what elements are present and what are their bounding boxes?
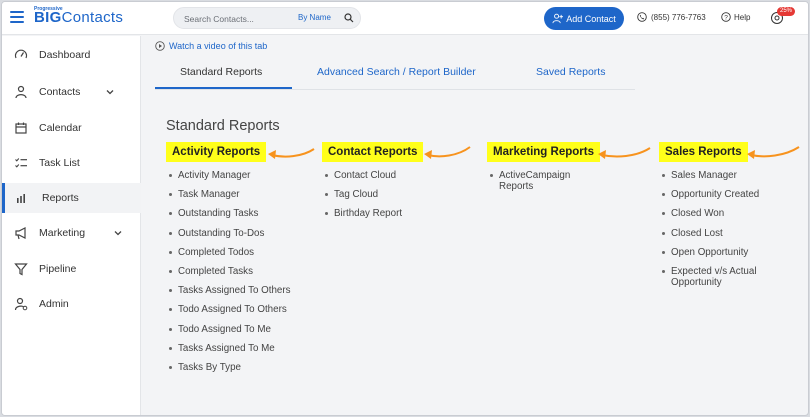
sidebar-item-dashboard[interactable]: Dashboard	[2, 40, 141, 70]
list-item[interactable]: Todo Assigned To Others	[166, 304, 291, 315]
sidebar-item-label: Admin	[39, 298, 69, 310]
phone-number: (855) 776-7763	[651, 12, 706, 22]
sidebar-item-reports[interactable]: Reports	[2, 183, 141, 213]
sidebar-item-label: Task List	[39, 157, 80, 169]
sidebar-item-label: Marketing	[39, 227, 86, 239]
calendar-icon	[15, 122, 27, 134]
list-item[interactable]: Birthday Report	[322, 208, 423, 219]
phone-icon	[637, 12, 647, 22]
chevron-down-icon[interactable]	[105, 87, 115, 97]
tab-advanced-search[interactable]: Advanced Search / Report Builder	[317, 66, 476, 78]
list-item[interactable]: Todo Assigned To Me	[166, 324, 291, 335]
admin-icon	[14, 297, 28, 311]
sales-reports-heading[interactable]: Sales Reports	[659, 142, 748, 162]
orange-arrow-icon	[424, 146, 471, 159]
sales-reports-list: Sales Manager Opportunity Created Closed…	[659, 170, 769, 288]
list-item[interactable]: Tasks By Type	[166, 362, 291, 373]
contact-reports-list: Contact Cloud Tag Cloud Birthday Report	[322, 170, 423, 219]
search-filter-dropdown[interactable]: By Name	[298, 13, 331, 22]
help-label: Help	[734, 12, 751, 22]
search-icon[interactable]	[344, 13, 354, 23]
tabs-divider	[155, 89, 635, 90]
list-item[interactable]: Closed Won	[659, 208, 769, 219]
sidebar-item-contacts[interactable]: Contacts	[2, 77, 141, 107]
sidebar-item-task-list[interactable]: Task List	[2, 148, 141, 178]
list-item[interactable]: Outstanding To-Dos	[166, 228, 291, 239]
activity-reports-heading[interactable]: Activity Reports	[166, 142, 267, 162]
list-item[interactable]: Contact Cloud	[322, 170, 423, 181]
person-icon	[15, 85, 27, 99]
marketing-reports-heading[interactable]: Marketing Reports	[487, 142, 600, 162]
play-circle-icon	[155, 41, 165, 51]
chevron-down-icon[interactable]	[113, 228, 123, 238]
list-item[interactable]: Completed Todos	[166, 247, 291, 258]
orange-arrow-icon	[598, 147, 651, 159]
sidebar-item-marketing[interactable]: Marketing	[2, 218, 141, 248]
sidebar-item-label: Reports	[42, 192, 79, 204]
main-content: Watch a video of this tab Standard Repor…	[142, 36, 808, 415]
sidebar-item-admin[interactable]: Admin	[2, 289, 141, 319]
gauge-icon	[14, 49, 28, 59]
progress-badge: 25%	[777, 7, 796, 16]
search-box: By Name	[173, 7, 361, 29]
search-input[interactable]	[184, 11, 288, 26]
contact-reports-column: Contact Reports Contact Cloud Tag Cloud …	[322, 142, 471, 228]
sidebar: Dashboard Contacts Calendar Task List Re…	[2, 36, 141, 415]
add-user-icon	[552, 13, 564, 24]
funnel-icon	[14, 263, 28, 276]
sidebar-item-pipeline[interactable]: Pipeline	[2, 254, 141, 284]
sidebar-item-label: Dashboard	[39, 49, 91, 61]
tab-standard-reports[interactable]: Standard Reports	[180, 66, 262, 78]
section-title: Standard Reports	[166, 118, 280, 134]
list-item[interactable]: Tag Cloud	[322, 189, 423, 200]
logo[interactable]: Progressive BIGContacts	[34, 6, 144, 28]
top-bar: Progressive BIGContacts By Name Add Cont…	[2, 2, 808, 35]
bar-chart-icon	[17, 194, 25, 203]
list-item[interactable]: Tasks Assigned To Others	[166, 285, 291, 296]
list-item[interactable]: Opportunity Created	[659, 189, 769, 200]
list-item[interactable]: Open Opportunity	[659, 247, 769, 258]
marketing-reports-column: Marketing Reports ActiveCampaign Reports	[487, 142, 651, 200]
hamburger-menu-icon[interactable]	[10, 11, 24, 25]
list-item[interactable]: Tasks Assigned To Me	[166, 343, 291, 354]
checklist-icon	[15, 158, 27, 168]
megaphone-icon	[15, 227, 26, 240]
activity-reports-list: Activity Manager Task Manager Outstandin…	[166, 170, 291, 373]
sidebar-item-calendar[interactable]: Calendar	[2, 113, 141, 143]
sidebar-item-label: Pipeline	[39, 263, 77, 275]
sidebar-item-label: Calendar	[39, 122, 82, 134]
list-item[interactable]: Activity Manager	[166, 170, 291, 181]
list-item[interactable]: ActiveCampaign Reports	[487, 170, 587, 192]
tab-saved-reports[interactable]: Saved Reports	[536, 66, 605, 78]
list-item[interactable]: Closed Lost	[659, 228, 769, 239]
add-contact-label: Add Contact	[566, 13, 616, 24]
watch-video-link[interactable]: Watch a video of this tab	[155, 41, 267, 51]
orange-arrow-icon	[747, 146, 800, 159]
list-item[interactable]: Sales Manager	[659, 170, 769, 181]
sales-reports-column: Sales Reports Sales Manager Opportunity …	[659, 142, 800, 296]
phone-link[interactable]: (855) 776-7763	[637, 12, 706, 22]
activity-reports-column: Activity Reports Activity Manager Task M…	[166, 142, 315, 381]
list-item[interactable]: Completed Tasks	[166, 266, 291, 277]
list-item[interactable]: Outstanding Tasks	[166, 208, 291, 219]
sidebar-item-label: Contacts	[39, 86, 81, 98]
svg-text:?: ?	[724, 14, 728, 21]
help-icon: ?	[721, 12, 731, 22]
logo-text: BIGContacts	[34, 9, 124, 26]
help-link[interactable]: ? Help	[721, 12, 750, 22]
add-contact-button[interactable]: Add Contact	[544, 7, 624, 30]
app-window: Progressive BIGContacts By Name Add Cont…	[1, 1, 809, 416]
list-item[interactable]: Task Manager	[166, 189, 291, 200]
list-item[interactable]: Expected v/s Actual Opportunity	[659, 266, 769, 288]
report-tabs: Standard Reports Advanced Search / Repor…	[155, 58, 625, 90]
marketing-reports-list: ActiveCampaign Reports	[487, 170, 587, 192]
contact-reports-heading[interactable]: Contact Reports	[322, 142, 424, 162]
orange-arrow-icon	[268, 148, 315, 159]
watch-video-label: Watch a video of this tab	[169, 41, 268, 51]
